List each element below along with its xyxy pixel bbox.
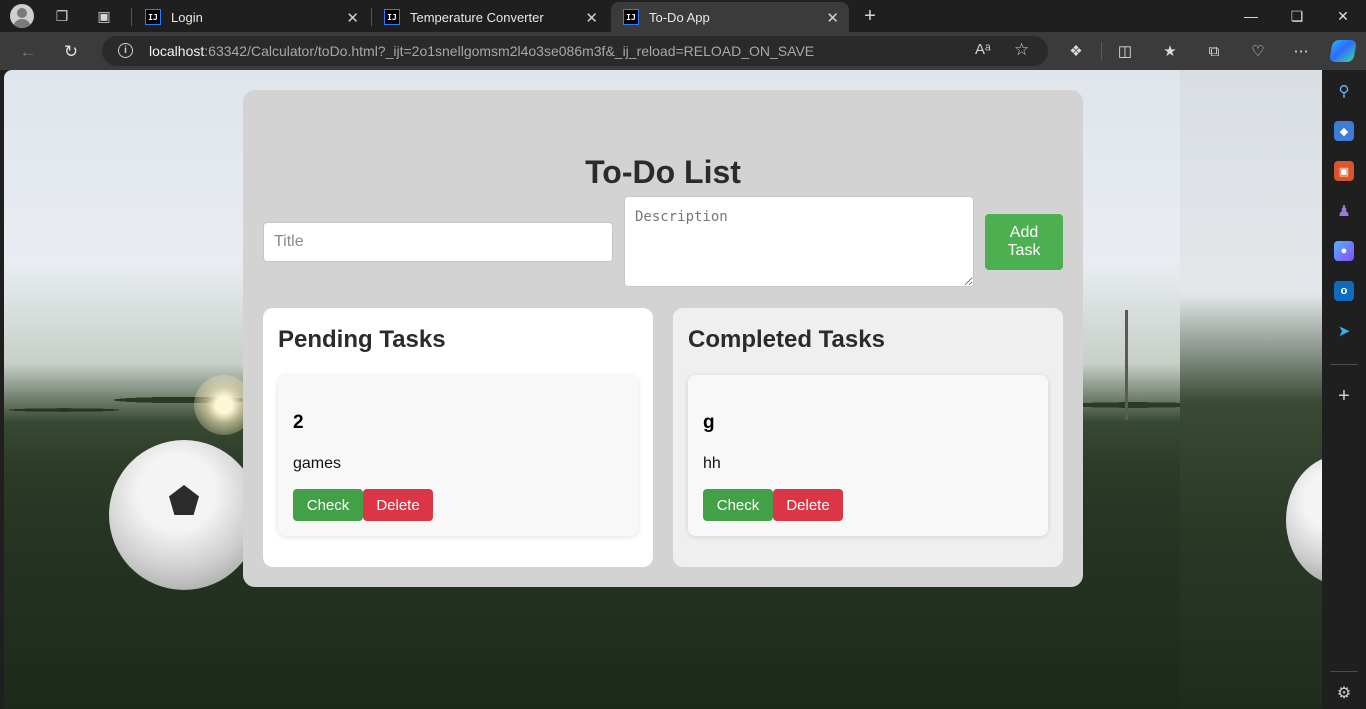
- background-right-strip: [1180, 70, 1322, 709]
- completed-tasks-heading: Completed Tasks: [688, 326, 885, 353]
- close-tab-icon[interactable]: ✕: [585, 9, 598, 27]
- add-sidebar-app-icon[interactable]: +: [1334, 385, 1354, 407]
- shopping-tag-icon[interactable]: ◆: [1334, 121, 1354, 141]
- task-title: g: [703, 412, 715, 433]
- tab-temperature-converter[interactable]: IJ Temperature Converter ✕: [372, 2, 608, 32]
- sidebar-divider: [1330, 671, 1358, 672]
- close-window-icon[interactable]: ✕: [1320, 0, 1366, 32]
- task-description: hh: [703, 455, 721, 472]
- tab-title: Login: [171, 9, 203, 25]
- favorites-icon[interactable]: ★: [1158, 39, 1182, 63]
- task-description: games: [293, 455, 342, 472]
- description-textarea[interactable]: [624, 196, 974, 287]
- intellij-favicon-icon: IJ: [145, 9, 161, 25]
- close-tab-icon[interactable]: ✕: [826, 9, 839, 27]
- collections-icon[interactable]: ⧉: [1202, 39, 1226, 63]
- refresh-icon[interactable]: ↻: [58, 39, 84, 65]
- intellij-favicon-icon: IJ: [384, 9, 400, 25]
- outlook-icon[interactable]: o: [1334, 281, 1354, 301]
- intellij-favicon-icon: IJ: [623, 9, 639, 25]
- read-aloud-icon[interactable]: Aᵃ: [975, 41, 991, 58]
- url-text[interactable]: localhost:63342/Calculator/toDo.html?_ij…: [149, 43, 814, 59]
- settings-more-icon[interactable]: ⋯: [1289, 39, 1313, 63]
- games-icon[interactable]: ♟: [1334, 201, 1354, 221]
- close-tab-icon[interactable]: ✕: [346, 9, 359, 27]
- workspaces-icon[interactable]: ❐: [50, 4, 74, 28]
- pending-tasks-heading: Pending Tasks: [278, 326, 446, 353]
- tab-login[interactable]: IJ Login ✕: [133, 2, 369, 32]
- microsoft-365-icon[interactable]: ●: [1334, 241, 1354, 261]
- add-task-button[interactable]: Add Task: [985, 214, 1063, 270]
- task-card: 2 games Check Delete: [278, 375, 638, 536]
- new-tab-icon[interactable]: +: [858, 4, 882, 28]
- pending-tasks-panel: Pending Tasks 2 games Check Delete: [263, 308, 653, 567]
- address-bar[interactable]: i localhost:63342/Calculator/toDo.html?_…: [102, 36, 1048, 66]
- todo-app-container: To-Do List Add Task Pending Tasks 2 game…: [243, 90, 1083, 587]
- tab-divider: [131, 8, 132, 26]
- sidebar-divider: [1330, 364, 1358, 365]
- check-button[interactable]: Check: [293, 489, 363, 521]
- edge-sidebar: ⚲ ◆ ▣ ♟ ● o ➤ + ⚙: [1322, 70, 1366, 709]
- tools-briefcase-icon[interactable]: ▣: [1334, 161, 1354, 181]
- search-icon[interactable]: ⚲: [1334, 81, 1354, 101]
- split-screen-icon[interactable]: ◫: [1113, 39, 1137, 63]
- toolbar-divider: [1101, 42, 1102, 60]
- minimize-icon[interactable]: —: [1228, 0, 1274, 32]
- tab-actions-icon[interactable]: ▣: [92, 4, 116, 28]
- task-card: g hh Check Delete: [688, 375, 1048, 536]
- completed-tasks-panel: Completed Tasks g hh Check Delete: [673, 308, 1063, 567]
- site-info-icon[interactable]: i: [118, 43, 133, 58]
- page-viewport: To-Do List Add Task Pending Tasks 2 game…: [4, 70, 1322, 709]
- delete-button[interactable]: Delete: [773, 489, 843, 521]
- url-host: localhost: [149, 43, 205, 59]
- favorite-star-icon[interactable]: ☆: [1014, 40, 1029, 60]
- restore-icon[interactable]: ❏: [1274, 0, 1320, 32]
- tab-strip: ❐ ▣ IJ Login ✕ IJ Temperature Converter …: [0, 0, 1366, 32]
- browser-essentials-icon[interactable]: ♡: [1246, 39, 1270, 63]
- url-path: :63342/Calculator/toDo.html?_ijt=2o1snel…: [204, 43, 815, 59]
- background-soccer-ball: [109, 440, 259, 590]
- background-floodlight-pole: [1125, 310, 1128, 420]
- tab-title: To-Do App: [649, 9, 710, 25]
- extensions-icon[interactable]: ❖: [1064, 39, 1088, 63]
- tab-todo-app[interactable]: IJ To-Do App ✕: [611, 2, 849, 32]
- drop-icon[interactable]: ➤: [1334, 321, 1354, 341]
- task-title: 2: [293, 412, 304, 433]
- profile-avatar-icon[interactable]: [10, 4, 34, 28]
- title-input[interactable]: [263, 222, 613, 262]
- copilot-icon[interactable]: [1329, 40, 1357, 62]
- check-button[interactable]: Check: [703, 489, 773, 521]
- back-icon[interactable]: ←: [15, 39, 41, 65]
- tab-title: Temperature Converter: [410, 9, 544, 25]
- browser-toolbar: ← ↻ i localhost:63342/Calculator/toDo.ht…: [0, 32, 1366, 70]
- page-title: To-Do List: [585, 154, 741, 190]
- delete-button[interactable]: Delete: [363, 489, 433, 521]
- sidebar-settings-gear-icon[interactable]: ⚙: [1334, 683, 1354, 703]
